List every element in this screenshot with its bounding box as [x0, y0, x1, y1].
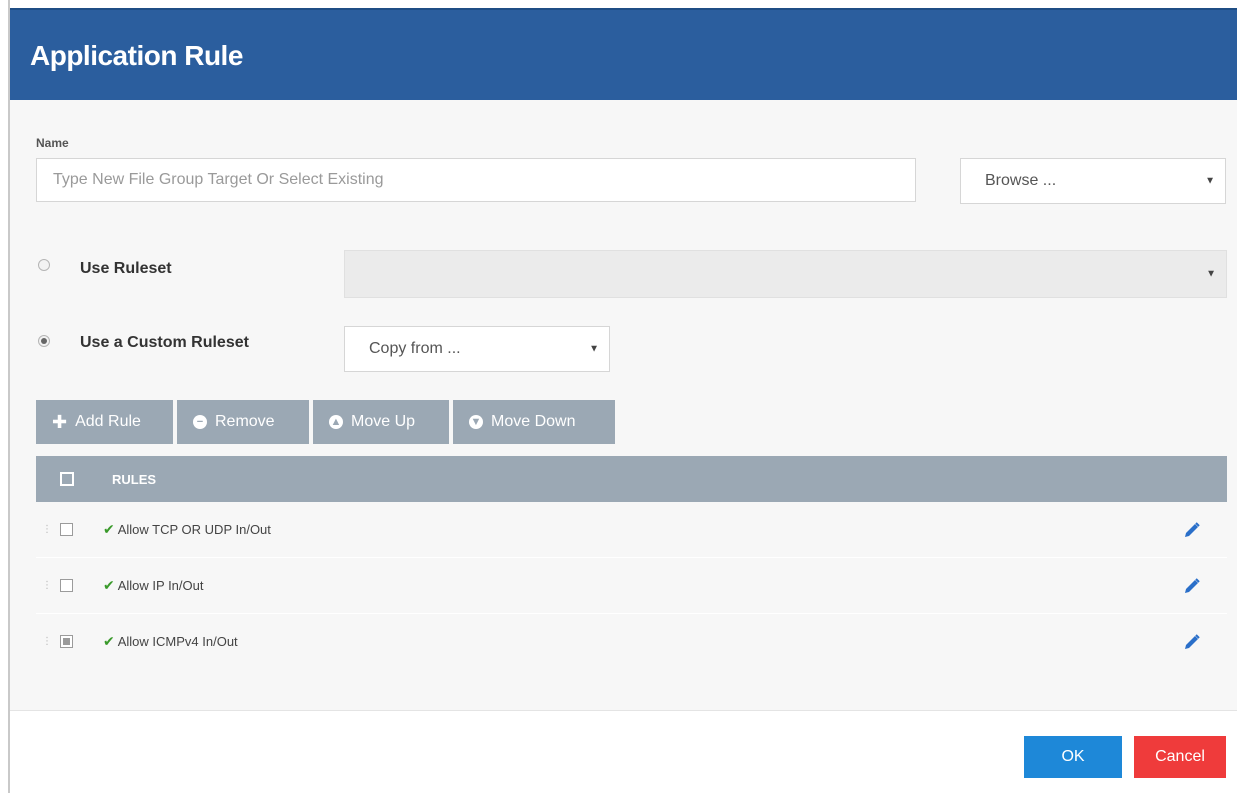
add-rule-button[interactable]: ✚ Add Rule	[36, 400, 173, 444]
rules-column-header: RULES	[112, 471, 157, 487]
table-row: ⋮ ✔ Allow ICMPv4 In/Out	[36, 613, 1227, 669]
arrow-up-circle-icon: ▲	[329, 415, 343, 429]
rules-table: RULES ⋮ ✔ Allow TCP OR UDP In/Out ⋮ ✔ Al…	[36, 456, 1227, 669]
ruleset-select[interactable]: ▼	[344, 250, 1227, 298]
check-icon: ✔	[103, 633, 115, 649]
use-custom-ruleset-label: Use a Custom Ruleset	[80, 334, 249, 351]
pencil-edit-icon[interactable]	[1183, 633, 1201, 651]
application-rule-dialog: Application Rule Name Browse ... ▼ Use R…	[8, 0, 1237, 793]
browse-select[interactable]: Browse ... ▼	[960, 158, 1226, 204]
ok-button[interactable]: OK	[1024, 736, 1122, 778]
select-all-checkbox[interactable]	[60, 472, 74, 486]
table-row: ⋮ ✔ Allow TCP OR UDP In/Out	[36, 502, 1227, 557]
pencil-edit-icon[interactable]	[1183, 521, 1201, 539]
move-down-button[interactable]: ▼ Move Down	[453, 400, 615, 444]
rules-toolbar: ✚ Add Rule − Remove ▲ Move Up ▼ Move Dow…	[36, 400, 615, 444]
caret-down-icon: ▼	[1206, 268, 1216, 280]
rule-label: Allow ICMPv4 In/Out	[117, 634, 238, 649]
copy-from-select-value: Copy from ...	[369, 340, 461, 357]
row-checkbox[interactable]	[60, 523, 73, 536]
browse-select-value: Browse ...	[985, 172, 1057, 189]
footer-divider	[10, 710, 1237, 711]
move-up-label: Move Up	[351, 413, 416, 430]
caret-down-icon: ▼	[1205, 175, 1215, 187]
name-label: Name	[36, 136, 69, 150]
drag-handle-icon[interactable]: ⋮	[42, 525, 52, 535]
drag-handle-icon[interactable]: ⋮	[42, 581, 52, 591]
remove-label: Remove	[215, 413, 275, 430]
remove-button[interactable]: − Remove	[177, 400, 309, 444]
pencil-edit-icon[interactable]	[1183, 577, 1201, 595]
use-ruleset-radio[interactable]	[38, 259, 50, 271]
rules-table-header: RULES	[36, 456, 1227, 502]
move-up-button[interactable]: ▲ Move Up	[313, 400, 449, 444]
check-icon: ✔	[103, 521, 115, 537]
add-rule-label: Add Rule	[75, 413, 141, 430]
arrow-down-circle-icon: ▼	[469, 415, 483, 429]
row-checkbox[interactable]	[60, 635, 73, 648]
table-row: ⋮ ✔ Allow IP In/Out	[36, 557, 1227, 613]
copy-from-select[interactable]: Copy from ... ▼	[344, 326, 610, 372]
rule-label: Allow TCP OR UDP In/Out	[117, 522, 271, 537]
use-custom-ruleset-radio[interactable]	[38, 335, 50, 347]
row-checkbox[interactable]	[60, 579, 73, 592]
use-ruleset-label: Use Ruleset	[80, 260, 172, 277]
check-icon: ✔	[103, 577, 115, 593]
minus-circle-icon: −	[193, 415, 207, 429]
plus-icon: ✚	[52, 412, 68, 432]
caret-down-icon: ▼	[589, 343, 599, 355]
dialog-header: Application Rule	[10, 8, 1237, 100]
rule-label: Allow IP In/Out	[117, 578, 204, 593]
cancel-button[interactable]: Cancel	[1134, 736, 1226, 778]
name-input[interactable]	[36, 158, 916, 202]
dialog-title: Application Rule	[30, 40, 243, 71]
drag-handle-icon[interactable]: ⋮	[42, 637, 52, 647]
move-down-label: Move Down	[491, 413, 576, 430]
